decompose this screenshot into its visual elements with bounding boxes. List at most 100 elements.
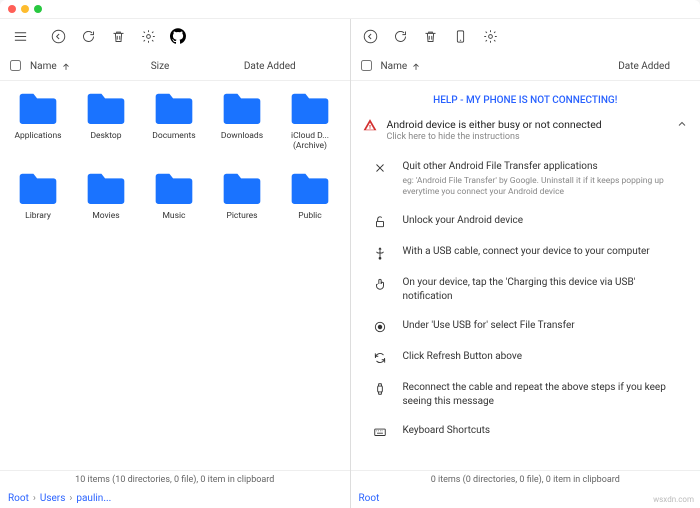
col-date[interactable]: Date Added [471,61,691,72]
folder-name: Pictures [226,211,257,221]
folder-item[interactable]: Public [276,171,344,251]
folder-item[interactable]: Library [4,171,72,251]
select-all-local[interactable] [10,60,21,71]
github-icon[interactable] [164,22,192,50]
breadcrumb-local: Root›Users›paulin... [0,488,350,508]
refresh-icon[interactable] [74,22,102,50]
sort-asc-icon [61,62,71,72]
warning-banner[interactable]: Android device is either busy or not con… [351,112,700,152]
instruction-step: With a USB cable, connect your device to… [351,237,700,268]
folder-item[interactable]: iCloud D... (Archive) [276,91,344,171]
close-traffic-light[interactable] [8,5,16,13]
back-icon[interactable] [44,22,72,50]
toolbar-device [351,19,700,53]
col-name[interactable]: Name [381,61,408,72]
breadcrumb-device: Root [351,488,700,508]
statusbar-local: 10 items (10 directories, 0 file), 0 ite… [0,470,350,488]
keyboard-icon [371,424,389,439]
folder-name: Public [298,211,321,221]
breadcrumb-sep: › [69,493,72,504]
unlock-icon [371,214,389,229]
breadcrumb-item[interactable]: Users [40,493,66,504]
folder-icon [152,171,196,207]
breadcrumb-item[interactable]: Root [359,493,380,504]
step-text: On your device, tap the 'Charging this d… [403,276,687,303]
step-text: Click Refresh Button above [403,350,687,364]
phone-icon[interactable] [447,22,475,50]
folder-item[interactable]: Desktop [72,91,140,171]
col-date[interactable]: Date Added [200,61,340,72]
radio-icon [371,319,389,334]
file-grid-local: Applications Desktop Documents Downloads iCl… [0,81,350,470]
step-text: Reconnect the cable and repeat the above… [403,381,687,408]
instruction-step: Quit other Android File Transfer applica… [351,152,700,206]
folder-icon [84,91,128,127]
step-text: Quit other Android File Transfer applica… [403,160,687,174]
step-text: Unlock your Android device [403,214,687,228]
zoom-traffic-light[interactable] [34,5,42,13]
minimize-traffic-light[interactable] [21,5,29,13]
titlebar [0,0,700,18]
instruction-step: Unlock your Android device [351,206,700,237]
select-all-device[interactable] [361,60,372,71]
instruction-step: Click Refresh Button above [351,342,700,373]
folder-icon [220,171,264,207]
folder-icon [16,171,60,207]
folder-name: Applications [14,131,61,141]
folder-icon [288,171,332,207]
folder-icon [220,91,264,127]
col-name[interactable]: Name [30,61,57,72]
back-icon[interactable] [357,22,385,50]
folder-name: Music [162,211,185,221]
folder-name: Movies [92,211,119,221]
folder-item[interactable]: Downloads [208,91,276,171]
folder-name: Downloads [221,131,263,141]
column-header-device: Name Date Added [351,53,700,81]
gear-icon[interactable] [477,22,505,50]
trash-icon[interactable] [417,22,445,50]
warning-subtitle: Click here to hide the instructions [387,132,667,142]
close-icon [371,160,389,175]
folder-name: Desktop [90,131,121,141]
warning-icon [363,118,377,135]
step-text: Keyboard Shortcuts [403,424,687,438]
step-text: With a USB cable, connect your device to… [403,245,687,259]
step-text: Under 'Use USB for' select File Transfer [403,319,687,333]
watch-icon [371,381,389,396]
device-content: HELP - MY PHONE IS NOT CONNECTING! Andro… [351,81,700,470]
refresh-icon[interactable] [387,22,415,50]
sort-asc-icon [411,62,421,72]
trash-icon[interactable] [104,22,132,50]
instruction-step: On your device, tap the 'Charging this d… [351,268,700,311]
usb-icon [371,245,389,260]
chevron-up-icon [676,118,688,133]
folder-icon [288,91,332,127]
folder-icon [152,91,196,127]
breadcrumb-sep: › [33,493,36,504]
folder-item[interactable]: Documents [140,91,208,171]
folder-item[interactable]: Pictures [208,171,276,251]
folder-name: iCloud D... (Archive) [280,131,340,151]
gear-icon[interactable] [134,22,162,50]
sync-icon [371,350,389,365]
folder-item[interactable]: Applications [4,91,72,171]
app-window: Name Size Date Added Applications Desktop… [0,0,700,508]
breadcrumb-item[interactable]: paulin... [76,493,111,504]
folder-name: Library [25,211,51,221]
folder-icon [16,91,60,127]
step-subtext: eg: 'Android File Transfer' by Google. U… [403,176,687,199]
folder-item[interactable]: Movies [72,171,140,251]
col-size[interactable]: Size [120,61,200,72]
panes: Name Size Date Added Applications Desktop… [0,18,700,508]
toolbar-local [0,19,350,53]
breadcrumb-item[interactable]: Root [8,493,29,504]
help-link[interactable]: HELP - MY PHONE IS NOT CONNECTING! [433,95,617,106]
menu-icon[interactable] [6,22,34,50]
folder-item[interactable]: Music [140,171,208,251]
touch-icon [371,276,389,291]
instruction-step: Under 'Use USB for' select File Transfer [351,311,700,342]
column-header-local: Name Size Date Added [0,53,350,81]
folder-icon [84,171,128,207]
pane-local: Name Size Date Added Applications Desktop… [0,19,351,508]
instruction-step: Reconnect the cable and repeat the above… [351,373,700,416]
